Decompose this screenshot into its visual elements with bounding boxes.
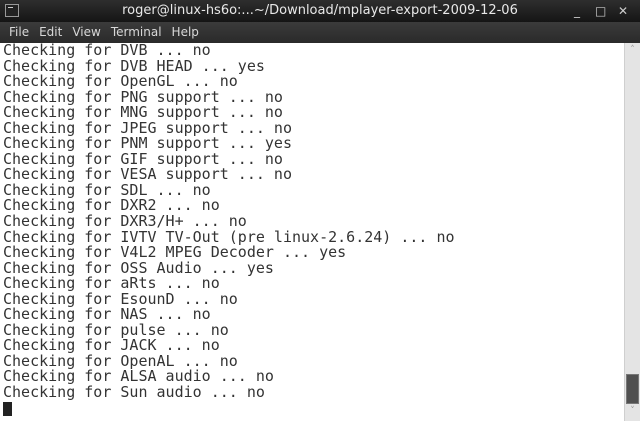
terminal-line: Checking for Sun audio ... no [3,383,265,402]
maximize-button[interactable]: □ [595,0,606,22]
menu-help[interactable]: Help [167,22,204,43]
title-bar[interactable]: roger@linux-hs6o:...~/Download/mplayer-e… [0,0,640,22]
menu-terminal[interactable]: Terminal [106,22,167,43]
scrollbar[interactable]: ˄ ˅ [624,43,640,421]
scroll-up-arrow-icon[interactable]: ˄ [625,43,640,57]
scroll-down-arrow-icon[interactable]: ˅ [625,404,640,418]
menu-file[interactable]: File [4,22,34,43]
close-button[interactable]: ✕ [618,0,628,22]
menu-view[interactable]: View [67,22,105,43]
menu-bar: File Edit View Terminal Help [0,22,640,43]
terminal-output[interactable]: Checking for DVB ... no Checking for DVB … [0,43,624,421]
minimize-button[interactable]: _ [574,0,580,22]
menu-edit[interactable]: Edit [34,22,67,43]
text-cursor [3,401,12,416]
window-title: roger@linux-hs6o:...~/Download/mplayer-e… [122,3,518,18]
terminal-app-icon[interactable] [5,4,19,17]
prompt-line [3,401,624,417]
scrollbar-thumb[interactable] [626,374,639,404]
